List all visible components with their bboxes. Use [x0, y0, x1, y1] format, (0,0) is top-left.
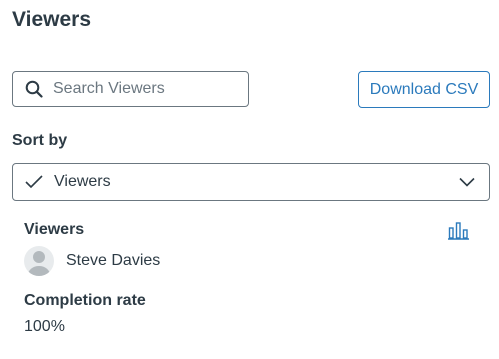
download-csv-button[interactable]: Download CSV [358, 71, 490, 108]
viewer-name: Steve Davies [66, 252, 161, 269]
viewers-heading: Viewers [24, 221, 85, 238]
chevron-down-icon [459, 177, 475, 187]
sort-selected-value: Viewers [54, 173, 111, 190]
search-icon [25, 80, 43, 98]
page-title: Viewers [12, 8, 92, 31]
bar-chart-icon[interactable] [448, 222, 469, 240]
check-icon [25, 175, 43, 189]
sort-select[interactable]: Viewers [12, 163, 490, 201]
completion-rate-heading: Completion rate [24, 292, 146, 309]
viewers-panel: Viewers Download CSV Sort by Viewers Vie… [0, 0, 499, 359]
viewer-list-item: Steve Davies [24, 246, 160, 276]
search-field[interactable] [12, 71, 249, 107]
sort-by-label: Sort by [12, 132, 68, 149]
completion-rate-value: 100% [24, 318, 65, 335]
avatar [24, 246, 54, 276]
search-input[interactable] [53, 80, 233, 98]
